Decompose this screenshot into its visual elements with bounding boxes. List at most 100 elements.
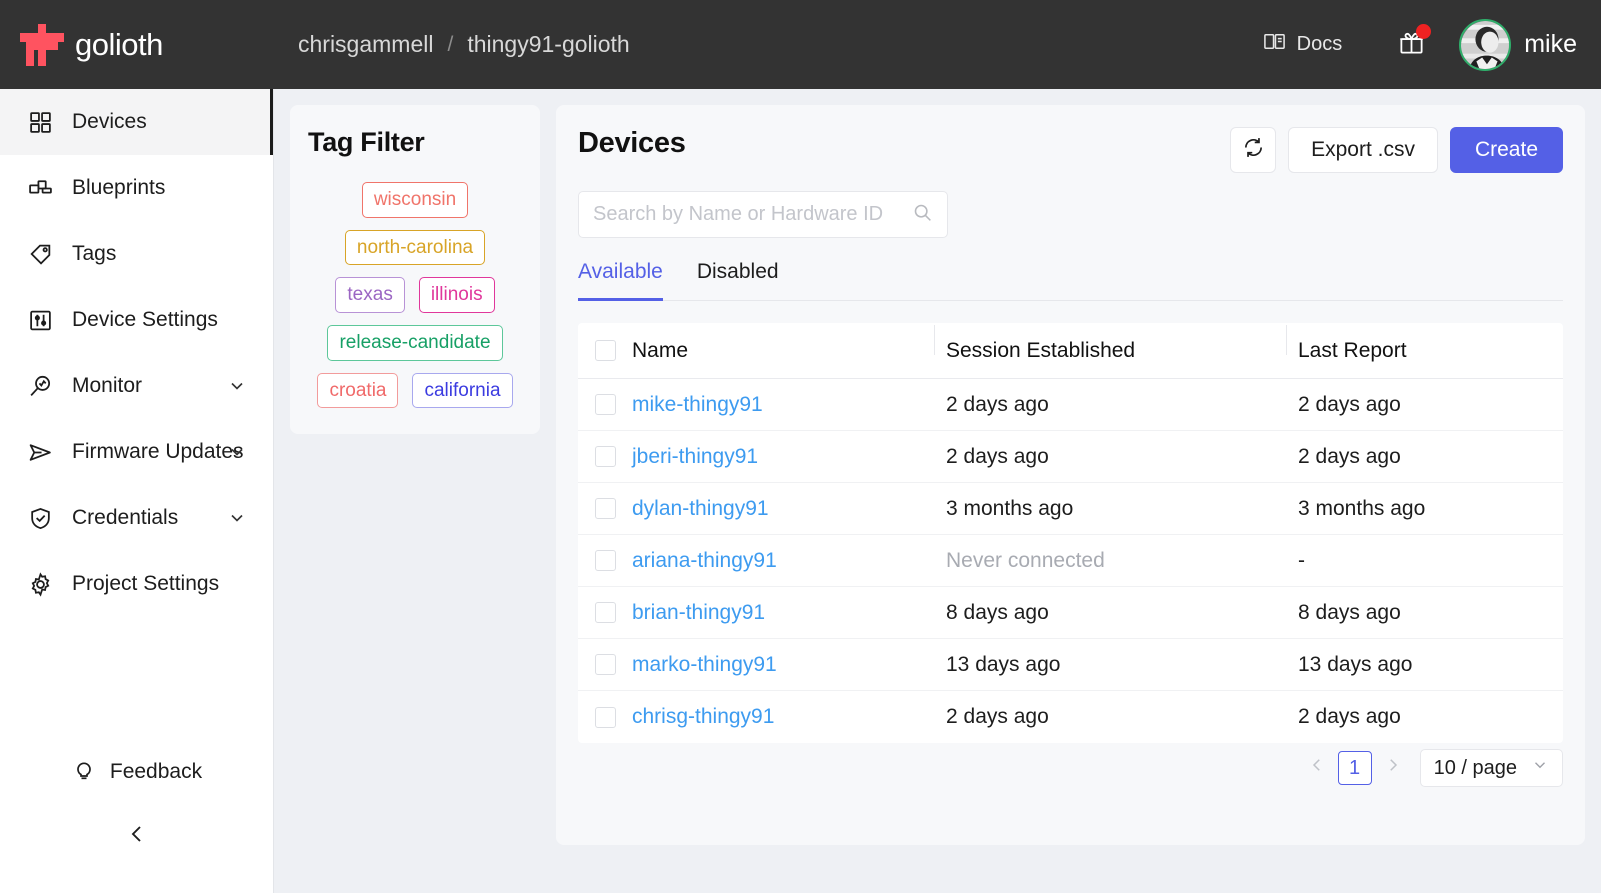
column-header-name[interactable]: Name (632, 339, 934, 363)
breadcrumb-separator: / (447, 32, 454, 56)
sidebar-collapse-button[interactable] (0, 811, 274, 861)
sidebar-item-label: Credentials (72, 506, 179, 529)
device-name-link[interactable]: dylan-thingy91 (632, 497, 934, 521)
breadcrumb: chrisgammell / thingy91-golioth (298, 31, 630, 58)
brand-name: golioth (75, 26, 163, 62)
device-session-established: 13 days ago (946, 652, 1061, 676)
sidebar-item-label: Device Settings (72, 308, 218, 331)
sidebar-item-monitor[interactable]: Monitor (0, 353, 273, 419)
tag-chip-texas[interactable]: texas (335, 277, 405, 313)
top-bar-right: Docs mike (1263, 18, 1601, 71)
row-checkbox[interactable] (594, 602, 616, 623)
pagination-page-1[interactable]: 1 (1337, 751, 1372, 785)
sidebar-item-label: Monitor (72, 374, 143, 397)
row-checkbox[interactable] (594, 446, 616, 467)
gift-button[interactable] (1398, 23, 1432, 61)
user-name[interactable]: mike (1524, 30, 1577, 59)
sidebar: Devices Blueprints Tags Device Settings … (0, 89, 274, 893)
row-select-cell[interactable] (578, 550, 632, 571)
refresh-icon (1242, 136, 1265, 164)
breadcrumb-project[interactable]: thingy91-golioth (467, 31, 629, 58)
table-row: ariana-thingy91 Never connected - (578, 535, 1563, 587)
row-checkbox[interactable] (594, 550, 616, 571)
refresh-button[interactable] (1230, 127, 1277, 173)
device-name-link[interactable]: ariana-thingy91 (632, 549, 934, 573)
main-content: Tag Filter wisconsin north-carolina texa… (274, 89, 1601, 893)
create-button[interactable]: Create (1449, 127, 1563, 173)
row-select-cell[interactable] (578, 498, 632, 519)
tag-row: north-carolina (344, 229, 486, 266)
row-select-cell[interactable] (578, 654, 632, 675)
device-name-link[interactable]: jberi-thingy91 (632, 445, 934, 469)
column-header-last-report[interactable]: Last Report (1286, 324, 1563, 363)
feedback-button[interactable]: Feedback (0, 747, 274, 797)
device-name-link[interactable]: brian-thingy91 (632, 601, 934, 625)
tag-row: release-candidate (327, 324, 503, 361)
pagination-prev-button[interactable] (1306, 756, 1328, 780)
shield-check-icon (26, 504, 54, 532)
row-checkbox[interactable] (594, 654, 616, 675)
device-name-link[interactable]: chrisg-thingy91 (632, 705, 934, 729)
row-checkbox[interactable] (594, 498, 616, 519)
chevron-down-icon[interactable] (227, 442, 247, 462)
gear-icon (26, 570, 54, 598)
pagination: 1 10 / page (1306, 749, 1563, 787)
pagination-next-button[interactable] (1382, 756, 1404, 780)
app-root: golioth chrisgammell / thingy91-golioth … (0, 0, 1601, 893)
tag-filter-panel: Tag Filter wisconsin north-carolina texa… (290, 105, 540, 435)
sidebar-item-label: Project Settings (72, 572, 220, 595)
devices-header: Devices Export .csv Create (578, 127, 1563, 173)
row-select-cell[interactable] (578, 394, 632, 415)
device-last-report: 8 days ago (1298, 600, 1401, 624)
sidebar-item-tags[interactable]: Tags (0, 221, 273, 287)
grid-icon (26, 108, 54, 136)
docs-link[interactable]: Docs (1263, 30, 1342, 59)
tag-row: croatia california (317, 372, 513, 409)
row-select-cell[interactable] (578, 602, 632, 623)
sidebar-item-firmware-updates[interactable]: Firmware Updates (0, 419, 273, 485)
search-icon[interactable] (912, 202, 933, 228)
row-select-cell[interactable] (578, 446, 632, 467)
chevron-down-icon[interactable] (227, 376, 247, 396)
device-last-report: - (1298, 548, 1305, 572)
row-checkbox[interactable] (594, 394, 616, 415)
sliders-icon (26, 306, 54, 334)
top-bar: golioth chrisgammell / thingy91-golioth … (0, 0, 1601, 89)
tag-chip-illinois[interactable]: illinois (418, 277, 495, 313)
tag-chip-croatia[interactable]: croatia (317, 372, 399, 409)
tab-available[interactable]: Available (578, 260, 663, 301)
row-select-cell[interactable] (578, 706, 632, 728)
book-icon (1263, 30, 1286, 59)
device-name-link[interactable]: mike-thingy91 (632, 393, 934, 417)
devices-panel: Devices Export .csv Create Search by Nam… (556, 105, 1585, 845)
page-size-label: 10 / page (1433, 756, 1517, 779)
device-name-link[interactable]: marko-thingy91 (632, 653, 934, 677)
brand-home-link[interactable]: golioth (0, 0, 274, 89)
tag-chip-release-candidate[interactable]: release-candidate (327, 324, 503, 361)
sidebar-item-project-settings[interactable]: Project Settings (0, 551, 273, 617)
tab-disabled[interactable]: Disabled (697, 260, 779, 301)
column-header-session-established[interactable]: Session Established (934, 324, 1286, 363)
avatar[interactable] (1459, 18, 1512, 71)
row-checkbox[interactable] (594, 706, 616, 728)
sidebar-item-label: Blueprints (72, 176, 166, 199)
search-box[interactable] (578, 191, 948, 238)
device-last-report: 3 months ago (1298, 496, 1426, 520)
tag-chip-north-carolina[interactable]: north-carolina (344, 229, 486, 266)
chevron-down-icon[interactable] (227, 508, 247, 528)
chevron-down-icon (1531, 756, 1549, 780)
export-csv-button[interactable]: Export .csv (1288, 127, 1438, 173)
breadcrumb-org[interactable]: chrisgammell (298, 31, 433, 58)
select-all-cell[interactable] (578, 340, 632, 361)
tag-chip-california[interactable]: california (412, 372, 513, 409)
feedback-label: Feedback (109, 760, 203, 783)
search-input[interactable] (593, 203, 912, 226)
page-size-select[interactable]: 10 / page (1419, 749, 1563, 787)
select-all-checkbox[interactable] (594, 340, 616, 361)
lightbulb-icon (72, 757, 96, 787)
sidebar-item-blueprints[interactable]: Blueprints (0, 155, 273, 221)
sidebar-item-devices[interactable]: Devices (0, 89, 273, 155)
sidebar-item-device-settings[interactable]: Device Settings (0, 287, 273, 353)
sidebar-item-credentials[interactable]: Credentials (0, 485, 273, 551)
tag-chip-wisconsin[interactable]: wisconsin (361, 182, 469, 218)
